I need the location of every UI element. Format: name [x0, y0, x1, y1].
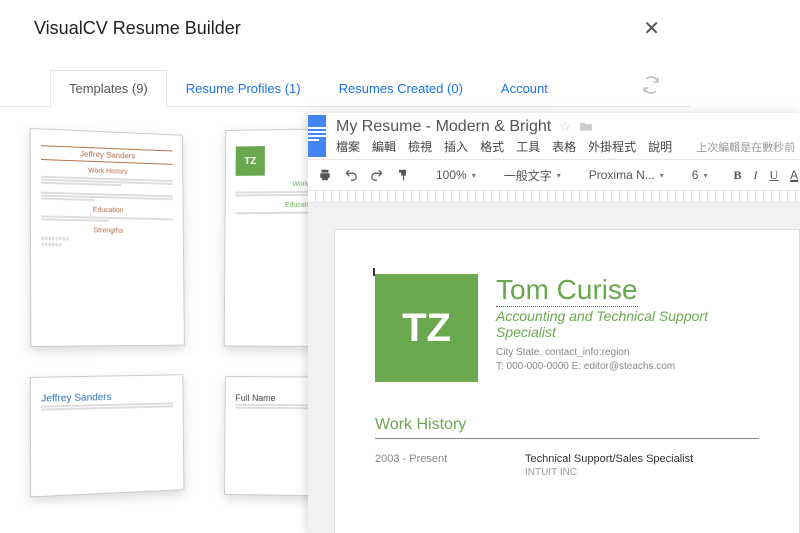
underline-button[interactable]: U: [766, 166, 783, 185]
panel-title: VisualCV Resume Builder: [34, 18, 241, 39]
tab-bar: Templates (9) Resume Profiles (1) Resume…: [0, 69, 690, 107]
resume-role: Accounting and Technical Support Special…: [496, 308, 759, 340]
menu-tools[interactable]: 工具: [516, 138, 540, 155]
zoom-select[interactable]: 100%: [430, 166, 482, 184]
text-color-button[interactable]: A: [786, 166, 800, 184]
menu-edit[interactable]: 編輯: [372, 138, 396, 155]
workspace: TZ Tom Curise Accounting and Technical S…: [308, 203, 800, 533]
text-cursor-icon: [373, 268, 375, 276]
menu-bar: 檔案 編輯 檢視 插入 格式 工具 表格 外掛程式 說明 上次編輯是在數秒前: [336, 136, 795, 159]
section-title: Work History: [375, 416, 759, 439]
font-size-select[interactable]: 6: [686, 166, 714, 184]
refresh-icon[interactable]: [642, 76, 660, 99]
menu-format[interactable]: 格式: [480, 138, 504, 155]
google-docs-window: My Resume - Modern & Bright ☆ 檔案 編輯 檢視 插…: [308, 113, 800, 533]
paint-format-icon[interactable]: [392, 166, 414, 184]
menu-file[interactable]: 檔案: [336, 138, 360, 155]
resume-contact-line: City State. contact_info:region: [496, 346, 759, 360]
italic-button[interactable]: I: [750, 166, 762, 185]
style-select[interactable]: 一般文字: [498, 165, 567, 186]
font-select[interactable]: Proxima N...: [583, 166, 670, 184]
print-icon[interactable]: [314, 166, 336, 184]
thumb-section: Strengths: [41, 226, 173, 235]
docs-logo-icon[interactable]: [308, 115, 326, 157]
job-entry: 2003 - Present Technical Support/Sales S…: [375, 453, 759, 478]
bold-button[interactable]: B: [729, 166, 745, 185]
resume-contact-line: T: 000-000-0000 E: editor@steachs.com: [496, 360, 759, 374]
tab-templates[interactable]: Templates (9): [50, 70, 167, 107]
menu-table[interactable]: 表格: [552, 138, 576, 155]
resume-badge: TZ: [375, 274, 478, 382]
document-title[interactable]: My Resume - Modern & Bright: [336, 118, 551, 136]
redo-icon[interactable]: [366, 166, 388, 184]
folder-icon[interactable]: [579, 120, 593, 135]
last-edit-text: 上次編輯是在數秒前: [696, 139, 795, 155]
document-page[interactable]: TZ Tom Curise Accounting and Technical S…: [334, 229, 800, 533]
star-icon[interactable]: ☆: [559, 119, 571, 135]
thumb-section: Education: [41, 205, 173, 215]
toolbar: 100% 一般文字 Proxima N... 6 B I U A: [308, 159, 800, 191]
close-icon: ✕: [643, 18, 660, 40]
ruler[interactable]: [308, 191, 800, 203]
tab-profiles[interactable]: Resume Profiles (1): [167, 70, 320, 106]
tab-account[interactable]: Account: [482, 70, 567, 106]
thumb-name: Jeffrey Sanders: [41, 145, 173, 165]
template-thumb[interactable]: Jeffrey Sanders: [30, 374, 185, 497]
panel-header: VisualCV Resume Builder ✕: [0, 0, 690, 69]
close-button[interactable]: ✕: [643, 16, 660, 41]
menu-view[interactable]: 檢視: [408, 138, 432, 155]
job-company: INTUIT INC: [525, 467, 693, 478]
tab-created[interactable]: Resumes Created (0): [320, 70, 482, 106]
undo-icon[interactable]: [340, 166, 362, 184]
resume-name: Tom Curise: [496, 274, 638, 306]
job-dates: 2003 - Present: [375, 453, 465, 478]
thumb-badge: TZ: [236, 146, 265, 176]
gdoc-header: My Resume - Modern & Bright ☆ 檔案 編輯 檢視 插…: [308, 113, 800, 159]
job-title: Technical Support/Sales Specialist: [525, 453, 693, 465]
template-thumb[interactable]: Jeffrey Sanders Work History Education S…: [30, 128, 185, 347]
menu-insert[interactable]: 插入: [444, 138, 468, 155]
menu-help[interactable]: 說明: [648, 138, 672, 155]
menu-addons[interactable]: 外掛程式: [588, 138, 636, 155]
